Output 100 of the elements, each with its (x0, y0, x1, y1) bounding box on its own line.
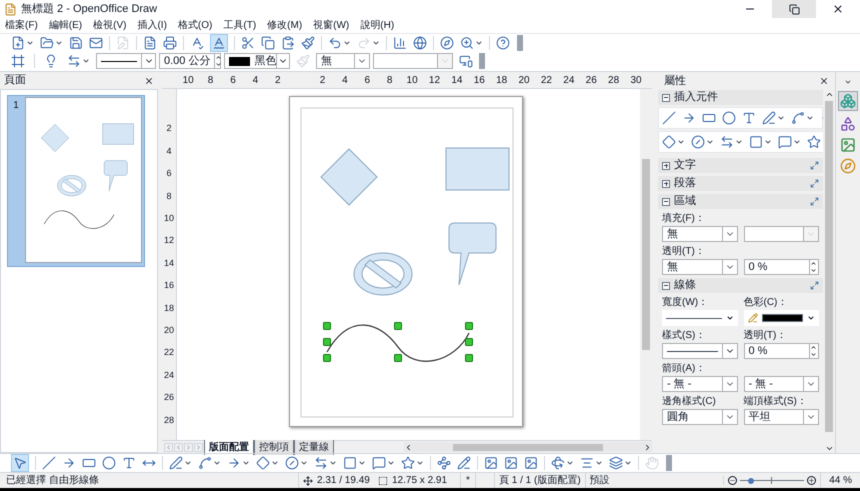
arrow-style-icon[interactable] (67, 54, 81, 68)
menu-item[interactable]: 說明(H) (360, 18, 394, 33)
section-header[interactable]: 區域 (658, 194, 823, 209)
menu-item[interactable]: 視窗(W) (313, 18, 350, 33)
paintbrush-icon[interactable] (301, 36, 315, 50)
spellcheck-icon[interactable] (190, 36, 204, 50)
double-arrow-icon[interactable] (720, 135, 734, 149)
scroll-left-icon[interactable] (404, 442, 413, 452)
section-header[interactable]: 段落 (658, 176, 823, 191)
double-arrow-icon[interactable] (314, 456, 328, 470)
compass-icon[interactable] (440, 36, 454, 50)
shapes-icon[interactable] (840, 116, 856, 132)
rectangle-icon[interactable] (82, 456, 96, 470)
dropdown[interactable]: - 無 - (662, 376, 738, 392)
caret-icon[interactable] (595, 459, 603, 467)
collapse-icon[interactable] (662, 94, 670, 102)
align-icon[interactable] (580, 456, 594, 470)
star-icon[interactable] (401, 456, 415, 470)
menu-item[interactable]: 工具(T) (223, 18, 256, 33)
scroll-right-icon[interactable] (643, 442, 652, 452)
help-icon[interactable] (496, 36, 510, 50)
diamond-icon[interactable] (256, 456, 270, 470)
toolbar-grip-icon[interactable] (517, 34, 523, 50)
menu-item[interactable]: 格式(O) (178, 18, 212, 33)
zoom-icon[interactable] (460, 36, 474, 50)
color-dropdown[interactable]: 黑色 (224, 53, 290, 69)
restore-button[interactable] (772, 0, 816, 18)
vertical-scrollbar[interactable] (823, 90, 835, 453)
spin-field[interactable]: 0 % (744, 343, 819, 359)
square-icon[interactable] (749, 135, 763, 149)
zoom-slider-thumb[interactable] (748, 478, 754, 484)
caret-icon[interactable] (416, 459, 424, 467)
scroll-up-icon[interactable] (824, 90, 834, 99)
line-icon[interactable] (42, 456, 56, 470)
spin-down-icon[interactable] (215, 61, 222, 68)
save-icon[interactable] (69, 36, 83, 50)
diamond-icon[interactable] (662, 135, 676, 149)
spin-up-icon[interactable] (810, 260, 817, 267)
section-header[interactable]: 插入元件 (658, 90, 823, 105)
no-symbol-icon[interactable] (285, 456, 299, 470)
text-tool-icon[interactable] (122, 456, 136, 470)
text-tool-icon[interactable] (742, 111, 756, 125)
caret-icon[interactable] (184, 459, 192, 467)
rotate-icon[interactable] (551, 456, 565, 470)
expand-icon[interactable] (662, 162, 670, 170)
dropdown[interactable]: 無 (316, 53, 370, 69)
line-color-picker[interactable] (744, 310, 819, 326)
caret-icon[interactable] (777, 114, 785, 122)
section-header[interactable]: 線條 (658, 278, 823, 293)
dropdown[interactable]: 無 (662, 226, 738, 242)
spin-up-icon[interactable] (810, 344, 817, 351)
page-thumbnail-item[interactable]: 1 (7, 95, 145, 267)
zoom-slider[interactable] (740, 477, 804, 484)
no-symbol-icon[interactable] (691, 135, 705, 149)
line-icon[interactable] (662, 111, 676, 125)
toolbar-grip-icon[interactable] (479, 53, 485, 69)
dropdown[interactable]: - 無 - (744, 376, 819, 392)
collapse-icon[interactable] (662, 198, 670, 206)
caret-icon[interactable] (271, 459, 279, 467)
pen-icon[interactable] (169, 456, 183, 470)
cut-icon[interactable] (241, 36, 255, 50)
connector-icon[interactable] (198, 456, 212, 470)
picture-icon[interactable] (484, 456, 498, 470)
menu-item[interactable]: 插入(I) (137, 18, 167, 33)
caret-icon[interactable] (242, 459, 250, 467)
undo-icon[interactable] (328, 36, 342, 50)
connector-icon[interactable] (791, 111, 805, 125)
points-icon[interactable] (437, 456, 451, 470)
close-icon[interactable] (144, 76, 154, 86)
caret-icon[interactable] (213, 459, 221, 467)
menu-item[interactable]: 編輯(E) (48, 18, 82, 33)
spin-field[interactable]: 0 % (744, 259, 819, 275)
picture-icon[interactable] (504, 456, 518, 470)
horizontal-scrollbar[interactable] (404, 442, 652, 452)
caret-icon[interactable] (735, 138, 743, 146)
menu-item[interactable]: 修改(M) (267, 18, 302, 33)
dropdown[interactable]: 無 (662, 259, 738, 275)
caret-icon[interactable] (358, 459, 366, 467)
caret-icon[interactable] (343, 38, 351, 46)
new-document-icon[interactable] (11, 36, 25, 50)
caret-icon[interactable] (475, 38, 483, 46)
square-icon[interactable] (343, 456, 357, 470)
caret-icon[interactable] (624, 459, 632, 467)
spin-down-icon[interactable] (810, 267, 817, 274)
caret-icon[interactable] (82, 57, 90, 65)
spin-up-icon[interactable] (215, 54, 222, 61)
ellipse-icon[interactable] (722, 111, 736, 125)
section-header[interactable]: 文字 (658, 158, 823, 173)
dropdown[interactable]: 圓角 (662, 409, 738, 425)
caret-icon[interactable] (300, 459, 308, 467)
close-icon[interactable] (832, 3, 844, 15)
line-style-dropdown[interactable] (96, 53, 156, 69)
star-icon[interactable] (807, 135, 821, 149)
speech-bubble-icon[interactable] (372, 456, 386, 470)
scroll-down-icon[interactable] (824, 444, 834, 453)
zoom-out-icon[interactable] (728, 476, 738, 485)
toolbar-grip-icon[interactable] (666, 455, 672, 471)
selection-handle[interactable] (394, 354, 402, 362)
line-width-picker[interactable] (662, 310, 738, 326)
menu-item[interactable]: 檔案(F) (5, 18, 38, 33)
